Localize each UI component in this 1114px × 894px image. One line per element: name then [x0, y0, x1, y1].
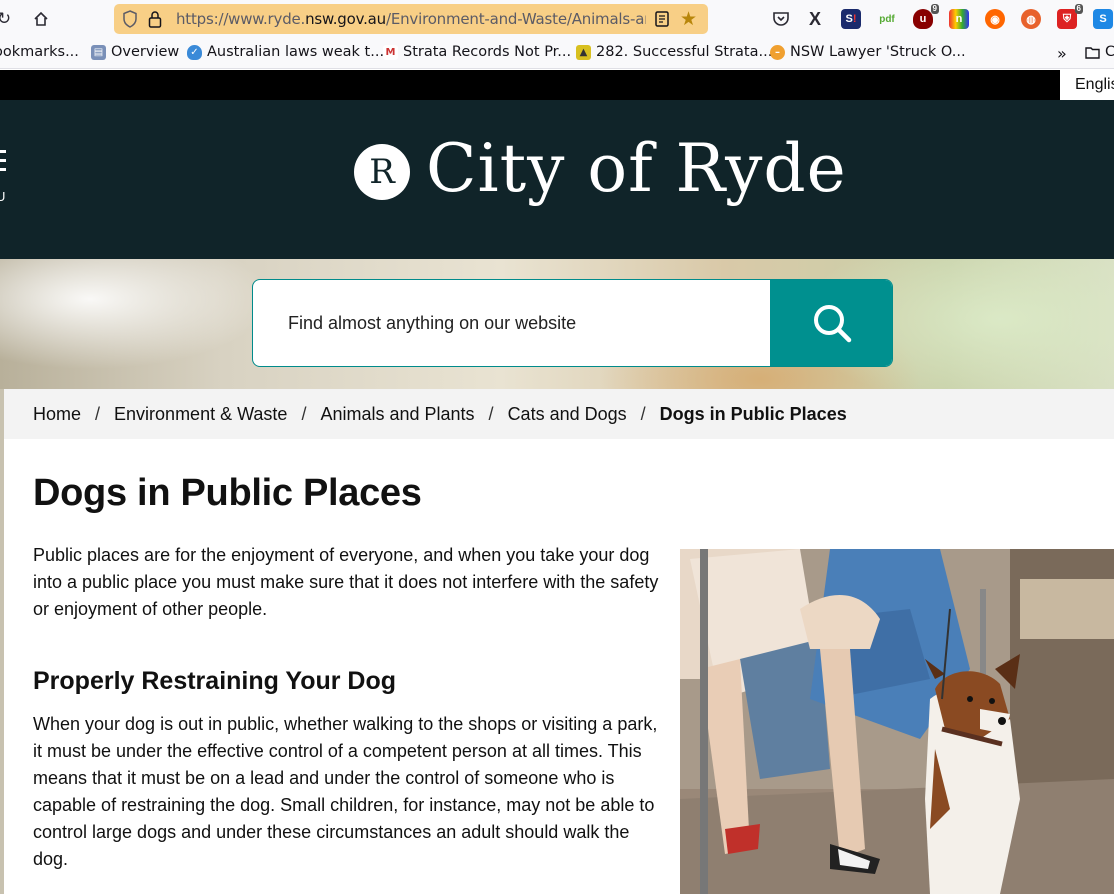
- strata-icon: ▲: [576, 44, 591, 60]
- tracking-shield-icon[interactable]: [122, 10, 138, 33]
- bookmark-item[interactable]: M Strata Records Not Pr...: [383, 44, 571, 60]
- breadcrumb-environment-waste[interactable]: Environment & Waste: [114, 404, 287, 425]
- shield-extension-icon[interactable]: ⛨ 6: [1057, 4, 1083, 29]
- bookmark-item[interactable]: ▲ 282. Successful Strata...: [576, 44, 772, 60]
- menu-icon[interactable]: [0, 150, 6, 177]
- menu-label[interactable]: U: [0, 189, 5, 204]
- breadcrumb-home[interactable]: Home: [33, 404, 81, 425]
- search-button[interactable]: [770, 280, 892, 366]
- breadcrumb-animals-plants[interactable]: Animals and Plants: [320, 404, 474, 425]
- site-logo-text[interactable]: City of Ryde: [426, 130, 847, 207]
- s-blue-extension-icon[interactable]: S: [1093, 9, 1113, 29]
- section-heading: Properly Restraining Your Dog: [33, 667, 397, 695]
- bookmark-folder[interactable]: C: [1085, 44, 1114, 60]
- language-selector[interactable]: English: [1060, 70, 1114, 100]
- site-search: [252, 279, 893, 367]
- bookmark-item[interactable]: ✓ Australian laws weak t...: [187, 44, 384, 60]
- s-extension-icon[interactable]: S!: [841, 9, 861, 29]
- logo-emblem[interactable]: R: [354, 144, 410, 200]
- page-title: Dogs in Public Places: [33, 472, 422, 514]
- bookmarks-overflow-icon[interactable]: »: [1057, 44, 1067, 63]
- breadcrumb-separator: /: [488, 403, 494, 424]
- browser-toolbar: ↻ https://www.ryde.nsw.gov.au/Environmen…: [0, 0, 1114, 38]
- gmail-icon: M: [383, 44, 398, 60]
- left-edge-image: [0, 389, 4, 894]
- news-icon: –: [770, 44, 785, 60]
- bookmark-star-icon[interactable]: ★: [680, 8, 697, 31]
- breadcrumb-separator: /: [640, 403, 646, 424]
- shield-icon: ✓: [187, 44, 202, 60]
- breadcrumb: Home / Environment & Waste / Animals and…: [4, 389, 1114, 439]
- bookmark-item[interactable]: ▤ Overview: [91, 44, 179, 60]
- lock-icon[interactable]: [148, 10, 162, 33]
- reload-icon[interactable]: ↻: [0, 9, 14, 29]
- section-paragraph: When your dog is out in public, whether …: [33, 714, 658, 869]
- duckduckgo-icon[interactable]: ◉: [985, 9, 1005, 29]
- breadcrumb-separator: /: [301, 403, 307, 424]
- reader-view-icon[interactable]: [654, 10, 670, 33]
- breadcrumb-current: Dogs in Public Places: [659, 403, 847, 424]
- ball-extension-icon[interactable]: ◍: [1021, 9, 1041, 29]
- pdf-extension-icon[interactable]: pdf: [877, 9, 897, 29]
- home-icon[interactable]: [31, 9, 51, 29]
- ublock-icon[interactable]: u9: [913, 4, 939, 29]
- dog-photo: [680, 549, 1114, 894]
- breadcrumb-separator: /: [95, 403, 101, 424]
- url-bar[interactable]: https://www.ryde.nsw.gov.au/Environment-…: [114, 4, 708, 34]
- folder-icon: [1085, 46, 1100, 59]
- search-input[interactable]: [253, 280, 770, 366]
- x-extension-icon[interactable]: X: [805, 9, 825, 29]
- bookmark-item[interactable]: ookmarks...: [0, 44, 79, 60]
- pocket-icon[interactable]: [771, 9, 791, 29]
- breadcrumb-cats-dogs[interactable]: Cats and Dogs: [508, 404, 627, 425]
- bookmark-item[interactable]: – NSW Lawyer 'Struck O...: [770, 44, 966, 60]
- bookmarks-bar: ookmarks... ▤ Overview ✓ Australian laws w…: [0, 38, 1114, 69]
- overview-icon: ▤: [91, 44, 106, 60]
- intro-paragraph: Public places are for the enjoyment of e…: [33, 545, 659, 619]
- utility-bar: [0, 70, 1114, 100]
- colorful-extension-icon[interactable]: n: [949, 9, 969, 29]
- search-icon: [813, 305, 851, 343]
- url-text[interactable]: https://www.ryde.nsw.gov.au/Environment-…: [176, 10, 646, 28]
